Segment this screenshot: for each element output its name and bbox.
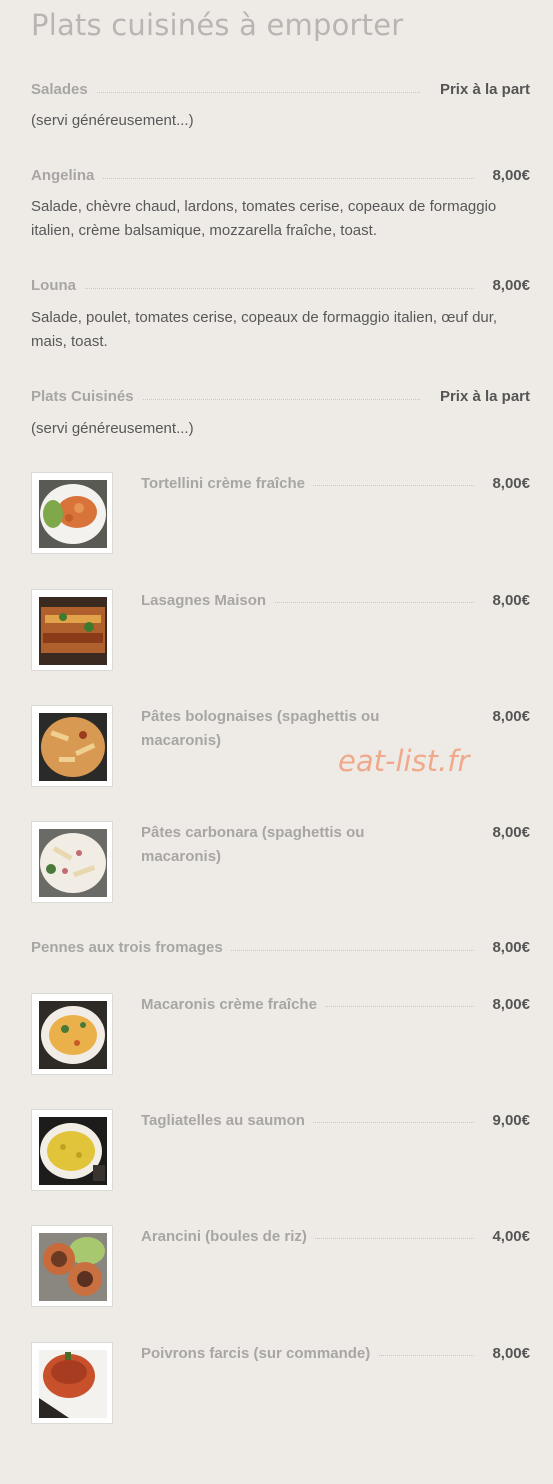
item-name: Macaronis crème fraîche xyxy=(141,996,325,1013)
item-price: 8,00€ xyxy=(484,472,530,496)
item-name: Pâtes carbonara (spaghettis ou macaronis… xyxy=(141,824,365,865)
menu-item-arancini: Arancini (boules de riz) 4,00€ xyxy=(31,1225,530,1309)
item-description: Salade, poulet, tomates cerise, copeaux … xyxy=(31,309,498,350)
price-header: Prix à la part xyxy=(431,80,530,100)
menu-item-lasagnes: Lasagnes Maison 8,00€ xyxy=(31,589,530,673)
bolognese-photo[interactable] xyxy=(31,705,113,787)
menu-item-tortellini: Tortellini crème fraîche 8,00€ xyxy=(31,472,530,556)
menu-item-angelina: Angelina 8,00€ xyxy=(31,166,530,188)
item-name: Tagliatelles au saumon xyxy=(141,1112,313,1129)
item-price: 8,00€ xyxy=(484,276,530,296)
item-price: 8,00€ xyxy=(484,821,530,845)
lasagna-photo[interactable] xyxy=(31,589,113,671)
item-price: 8,00€ xyxy=(484,589,530,613)
leader-dots xyxy=(31,288,474,289)
item-name: Arancini (boules de riz) xyxy=(141,1228,315,1245)
item-price: 8,00€ xyxy=(484,705,530,729)
item-name: Tortellini crème fraîche xyxy=(141,475,313,492)
item-name: Lasagnes Maison xyxy=(141,592,275,609)
item-name: Angelina xyxy=(31,166,103,186)
menu-item-tagliatelles: Tagliatelles au saumon 9,00€ xyxy=(31,1109,530,1193)
item-price: 8,00€ xyxy=(484,938,530,958)
item-description: Salade, chèvre chaud, lardons, tomates c… xyxy=(31,198,497,239)
watermark: eat-list.fr xyxy=(338,744,470,778)
section-note: (servi généreusement...) xyxy=(31,112,194,129)
carbonara-photo[interactable] xyxy=(31,821,113,903)
menu-item-macaronis: Macaronis crème fraîche 8,00€ xyxy=(31,993,530,1077)
section-header-plats: Plats Cuisinés Prix à la part xyxy=(31,387,530,409)
section-note: (servi généreusement...) xyxy=(31,420,194,437)
tagliatelle-photo[interactable] xyxy=(31,1109,113,1191)
section-title: Salades xyxy=(31,80,96,100)
section-header-salades: Salades Prix à la part xyxy=(31,80,530,102)
macaroni-photo[interactable] xyxy=(31,993,113,1075)
item-name: Poivrons farcis (sur commande) xyxy=(141,1345,379,1362)
menu-item-carbonara: Pâtes carbonara (spaghettis ou macaronis… xyxy=(31,821,530,905)
item-price: 9,00€ xyxy=(484,1109,530,1133)
page-title: Plats cuisinés à emporter xyxy=(31,8,404,42)
stuffed-pepper-photo[interactable] xyxy=(31,1342,113,1424)
item-price: 4,00€ xyxy=(484,1225,530,1249)
menu-item-louna: Louna 8,00€ xyxy=(31,276,530,298)
item-name: Pennes aux trois fromages xyxy=(31,938,231,958)
arancini-photo[interactable] xyxy=(31,1225,113,1307)
menu-item-poivrons: Poivrons farcis (sur commande) 8,00€ xyxy=(31,1342,530,1426)
item-price: 8,00€ xyxy=(484,166,530,186)
section-title: Plats Cuisinés xyxy=(31,387,142,407)
item-name: Louna xyxy=(31,276,84,296)
menu-item-pennes: Pennes aux trois fromages 8,00€ xyxy=(31,938,530,960)
price-header: Prix à la part xyxy=(431,387,530,407)
item-price: 8,00€ xyxy=(484,993,530,1017)
tortellini-photo[interactable] xyxy=(31,472,113,554)
item-price: 8,00€ xyxy=(484,1342,530,1366)
